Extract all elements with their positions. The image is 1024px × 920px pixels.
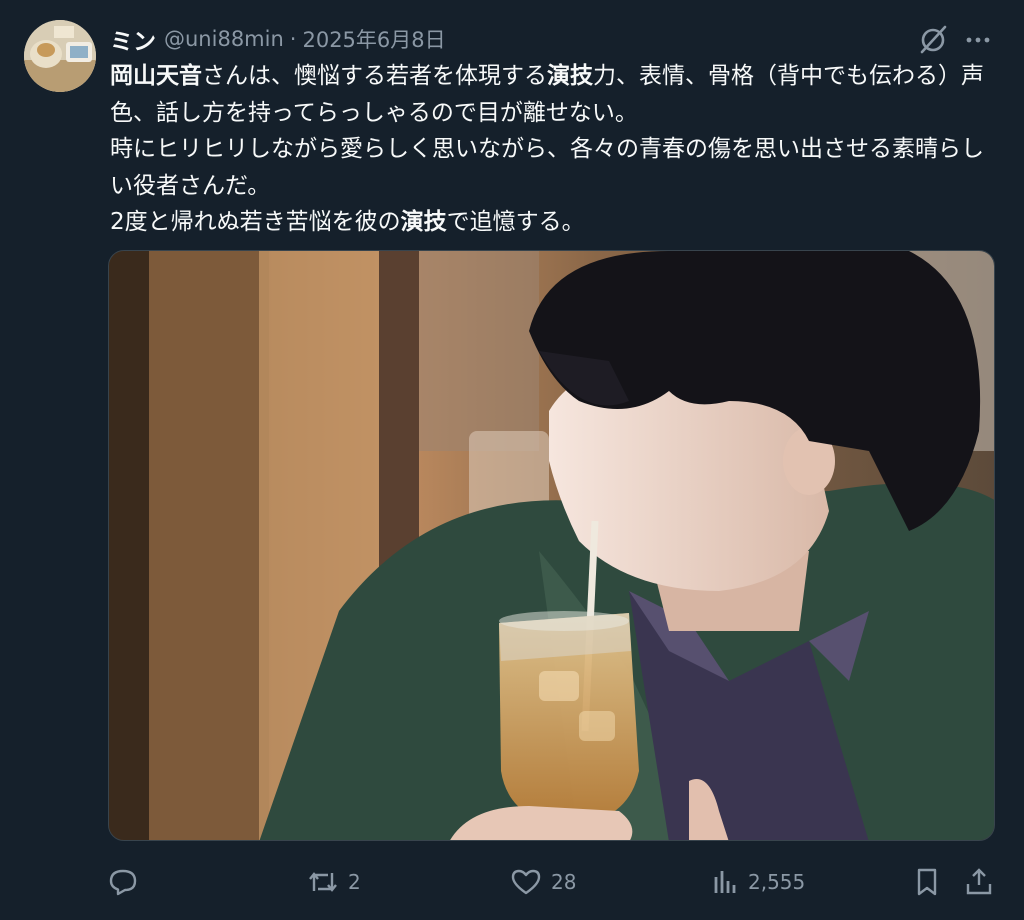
tweet-photo[interactable] xyxy=(108,250,995,841)
share-button[interactable] xyxy=(962,860,996,904)
tweet-paragraph-1: 岡山天音さんは、懊悩する若者を体現する演技力、表情、骨格（背中でも伝わる）声色、… xyxy=(110,58,1000,131)
retweet-count: 2 xyxy=(348,870,361,894)
more-icon xyxy=(966,37,990,43)
text-segment: さんは、懊悩する若者を体現する xyxy=(202,63,547,89)
views-button[interactable]: 2,555 xyxy=(710,860,805,904)
retweet-icon xyxy=(309,872,337,892)
tweet-text: 岡山天音さんは、懊悩する若者を体現する演技力、表情、骨格（背中でも伝わる）声色、… xyxy=(110,58,1000,241)
avatar-image xyxy=(24,20,96,92)
bold-name: 岡山天音 xyxy=(110,63,202,89)
text-segment: で追憶する。 xyxy=(446,209,585,235)
display-name[interactable]: ミン xyxy=(110,22,156,56)
tweet-header: ミン @uni88min · 2025年6月8日 xyxy=(110,22,446,56)
reply-button[interactable] xyxy=(106,860,140,904)
separator-dot: · xyxy=(289,27,297,51)
bookmark-button[interactable] xyxy=(910,860,944,904)
like-icon xyxy=(511,869,541,895)
text-segment: 2度と帰れぬ若き苦悩を彼の xyxy=(110,209,401,235)
retweet-button[interactable]: 2 xyxy=(306,860,361,904)
grok-icon xyxy=(920,25,947,54)
user-handle[interactable]: @uni88min xyxy=(164,27,284,51)
share-icon xyxy=(966,868,992,895)
avatar[interactable] xyxy=(24,20,96,92)
tweet-paragraph-3: 2度と帰れぬ若き苦悩を彼の演技で追憶する。 xyxy=(110,204,1000,241)
tweet[interactable]: ミン @uni88min · 2025年6月8日 岡山天音さんは、懊悩する若者を… xyxy=(0,0,1024,920)
bookmark-icon xyxy=(917,868,937,896)
more-button[interactable] xyxy=(960,22,996,56)
tweet-date[interactable]: 2025年6月8日 xyxy=(302,24,445,54)
views-icon xyxy=(714,871,736,893)
photo-image xyxy=(109,251,994,840)
action-bar: 2 28 2,555 xyxy=(0,860,1024,904)
like-count: 28 xyxy=(551,870,577,894)
like-button[interactable]: 28 xyxy=(509,860,576,904)
bold-keyword: 演技 xyxy=(547,63,593,89)
view-count: 2,555 xyxy=(748,870,806,894)
bold-keyword: 演技 xyxy=(400,209,447,235)
tweet-paragraph-2: 時にヒリヒリしながら愛らしく思いながら、各々の青春の傷を思い出させる素晴らしい役… xyxy=(110,136,984,199)
reply-icon xyxy=(109,869,137,896)
grok-button[interactable] xyxy=(916,22,952,56)
